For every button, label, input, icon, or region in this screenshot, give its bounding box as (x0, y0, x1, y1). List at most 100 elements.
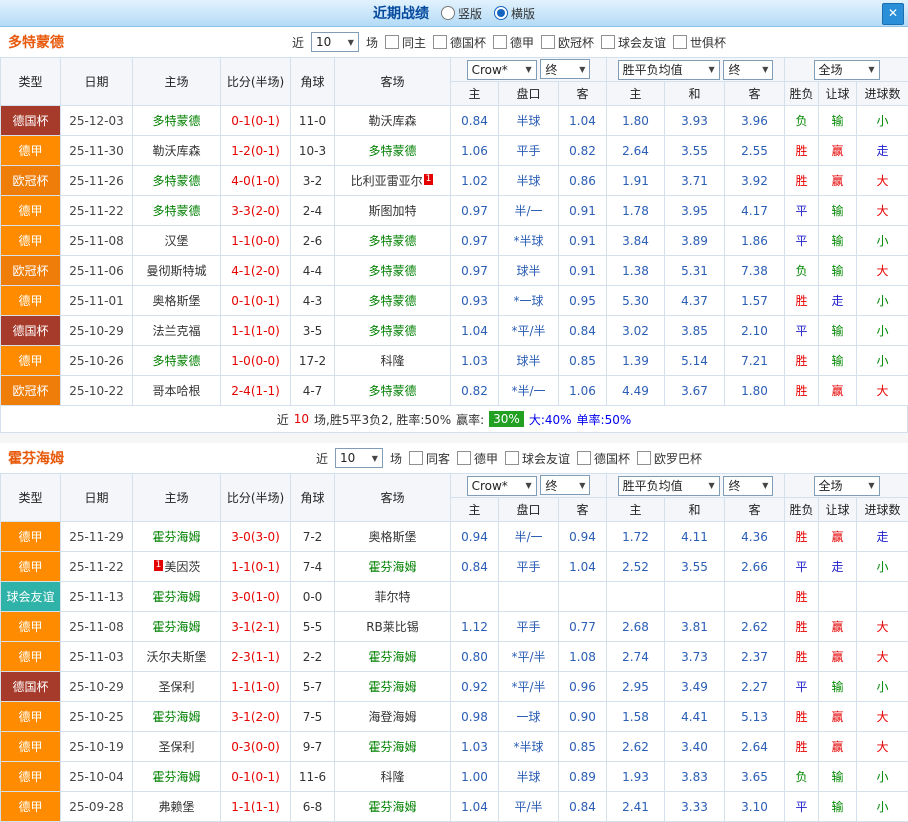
filter-checkbox[interactable] (433, 35, 447, 49)
near-count-select[interactable]: 10▼ (335, 448, 383, 468)
radio-unchecked-icon[interactable] (441, 6, 455, 20)
result-goals-cell: 大 (857, 612, 908, 642)
result-handicap-cell: 走 (819, 286, 857, 316)
sub-header-handicap: 盘口 (499, 82, 559, 106)
corners-cell: 9-7 (291, 732, 335, 762)
eu-home-cell: 3.84 (607, 226, 665, 256)
filter-checkbox[interactable] (541, 35, 555, 49)
filter-checkbox[interactable] (493, 35, 507, 49)
away-team-cell: 海登海姆 (335, 702, 451, 732)
sub-header-goals: 进球数 (857, 498, 908, 522)
match-row: 德甲25-10-19圣保利0-3(0-0)9-7霍芬海姆1.03*半球0.852… (1, 732, 908, 762)
period-select[interactable]: 全场▼ (814, 60, 880, 80)
result-wdl-cell: 胜 (785, 612, 819, 642)
results-table: 类型日期主场比分(半场)角球客场Crow*▼ 终▼胜平负均值▼ 终▼全场▼主盘口… (0, 57, 908, 406)
filter-checkbox[interactable] (637, 451, 651, 465)
eu-home-cell (607, 582, 665, 612)
final-odds-select-1[interactable]: 终▼ (540, 59, 590, 79)
match-row: 德甲25-11-01奥格斯堡0-1(0-1)4-3多特蒙德0.93*一球0.95… (1, 286, 908, 316)
eu-draw-cell: 3.95 (665, 196, 725, 226)
odds-home-cell: 0.94 (451, 522, 499, 552)
result-wdl-cell: 胜 (785, 732, 819, 762)
result-goals-cell: 小 (857, 762, 908, 792)
team-link: 斯图加特 (368, 204, 416, 218)
home-team-cell: 法兰克福 (133, 316, 221, 346)
handicap-cell: *半球 (499, 226, 559, 256)
corners-cell: 6-8 (291, 792, 335, 822)
eu-home-cell: 1.72 (607, 522, 665, 552)
final-odds-select-2[interactable]: 终▼ (723, 60, 773, 80)
eu-draw-cell: 3.73 (665, 642, 725, 672)
odds-source-select[interactable]: Crow*▼ (467, 476, 537, 496)
filter-item: 欧冠杯 (541, 34, 594, 51)
handicap-cell: 平手 (499, 552, 559, 582)
team-link: 多特蒙德 (368, 384, 416, 398)
odds-home-cell: 1.00 (451, 762, 499, 792)
eu-home-cell: 2.52 (607, 552, 665, 582)
europe-odds-select[interactable]: 胜平负均值▼ (618, 476, 720, 496)
filter-label: 德国杯 (594, 450, 630, 467)
result-wdl-cell: 胜 (785, 376, 819, 406)
final-odds-select-1[interactable]: 终▼ (540, 475, 590, 495)
radio-checked-icon[interactable] (494, 6, 508, 20)
score-cell: 2-3(1-1) (221, 642, 291, 672)
filter-checkbox[interactable] (673, 35, 687, 49)
corners-cell: 2-6 (291, 226, 335, 256)
near-count-select[interactable]: 10▼ (311, 32, 359, 52)
score-cell: 1-1(0-1) (221, 552, 291, 582)
team-link: 科隆 (380, 770, 404, 784)
layout-radio-horizontal[interactable]: 横版 (494, 5, 535, 22)
matches-label: 场 (366, 34, 378, 51)
team-link: 多特蒙德 (368, 144, 416, 158)
filter-label: 德国杯 (450, 34, 486, 51)
odds-home-cell: 0.97 (451, 256, 499, 286)
filter-label: 德甲 (474, 450, 498, 467)
filter-checkbox[interactable] (505, 451, 519, 465)
score-cell: 1-1(1-0) (221, 672, 291, 702)
filter-checkbox[interactable] (577, 451, 591, 465)
odds-source-select[interactable]: Crow*▼ (467, 60, 537, 80)
result-goals-cell: 走 (857, 136, 908, 166)
layout-radio-vertical[interactable]: 竖版 (441, 5, 482, 22)
corners-cell: 7-4 (291, 552, 335, 582)
eu-draw-cell: 5.14 (665, 346, 725, 376)
league-cell: 德甲 (1, 732, 61, 762)
odds-away-cell: 0.91 (559, 256, 607, 286)
sub-header-eu-home: 主 (607, 498, 665, 522)
europe-odds-select[interactable]: 胜平负均值▼ (618, 60, 720, 80)
dropdown-arrow-icon: ▼ (525, 65, 531, 74)
away-team-cell: 多特蒙德 (335, 376, 451, 406)
home-team-cell: 霍芬海姆 (133, 522, 221, 552)
odds-away-cell: 1.08 (559, 642, 607, 672)
match-row: 欧冠杯25-11-26多特蒙德4-0(1-0)3-2比利亚雷亚尔11.02半球0… (1, 166, 908, 196)
filter-checkbox[interactable] (457, 451, 471, 465)
result-wdl-cell: 负 (785, 106, 819, 136)
final-odds-select-2[interactable]: 终▼ (723, 476, 773, 496)
filter-checkbox[interactable] (385, 35, 399, 49)
eu-draw-cell: 3.33 (665, 792, 725, 822)
date-cell: 25-10-25 (61, 702, 133, 732)
date-cell: 25-11-08 (61, 612, 133, 642)
dropdown-arrow-icon: ▼ (525, 481, 531, 490)
eu-home-cell: 2.74 (607, 642, 665, 672)
corners-cell: 4-7 (291, 376, 335, 406)
result-wdl-cell: 胜 (785, 702, 819, 732)
corners-cell: 4-4 (291, 256, 335, 286)
date-cell: 25-11-26 (61, 166, 133, 196)
team-link: 菲尔特 (374, 590, 410, 604)
away-team-cell: 霍芬海姆 (335, 792, 451, 822)
dropdown-arrow-icon: ▼ (708, 481, 714, 490)
away-team-cell: 科隆 (335, 346, 451, 376)
result-wdl-cell: 平 (785, 316, 819, 346)
filter-checkbox[interactable] (601, 35, 615, 49)
odds-away-cell: 0.91 (559, 226, 607, 256)
close-button[interactable]: ✕ (882, 3, 904, 25)
result-goals-cell: 大 (857, 732, 908, 762)
final-odds-select-2-value: 终 (728, 61, 740, 78)
handicap-cell (499, 582, 559, 612)
period-select-value: 全场 (819, 477, 843, 494)
filter-checkbox[interactable] (409, 451, 423, 465)
odds-home-cell: 0.97 (451, 196, 499, 226)
period-select[interactable]: 全场▼ (814, 476, 880, 496)
date-cell: 25-10-22 (61, 376, 133, 406)
